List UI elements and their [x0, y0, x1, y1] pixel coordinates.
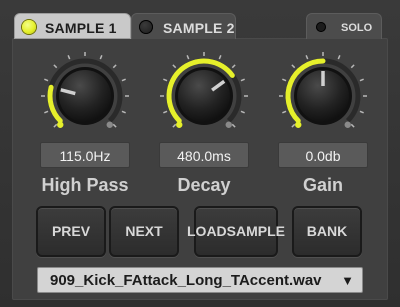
- decay-value[interactable]: 480.0ms: [159, 142, 249, 168]
- next-button[interactable]: NEXT: [109, 206, 179, 257]
- knob-min-dot: [176, 121, 183, 128]
- knob-tick: [337, 55, 341, 60]
- bank-button[interactable]: BANK: [292, 206, 362, 257]
- knob-tick: [350, 123, 355, 128]
- tab-sample-1[interactable]: SAMPLE 1: [14, 13, 131, 39]
- gain-label: Gain: [302, 175, 343, 195]
- gain-knob[interactable]: [273, 50, 373, 150]
- knob-tick: [67, 55, 71, 60]
- tab-sample-1-label: SAMPLE 1: [45, 20, 117, 36]
- knob-tick: [231, 64, 236, 69]
- knob-cap: [178, 70, 230, 122]
- knob-tick: [172, 123, 177, 128]
- high-pass-knob-graphic: [41, 52, 129, 128]
- high-pass-knob[interactable]: [35, 50, 135, 150]
- knob-tick: [291, 64, 296, 69]
- load-sample-label-line1: LOAD: [187, 223, 227, 239]
- knob-tick: [240, 78, 245, 82]
- knob-tick: [359, 110, 364, 114]
- knob-tick: [231, 123, 236, 128]
- solo-button[interactable]: SOLO: [306, 13, 382, 39]
- knob-tick: [305, 55, 309, 60]
- knob-tick: [172, 64, 177, 69]
- knob-tick: [282, 110, 287, 114]
- tab-sample-2[interactable]: SAMPLE 2: [131, 13, 236, 39]
- knob-tick: [53, 64, 58, 69]
- knob-tick: [44, 110, 49, 114]
- prev-button[interactable]: PREV: [36, 206, 106, 257]
- knob-tick: [240, 110, 245, 114]
- knob-max-dot: [344, 121, 351, 128]
- sample-2-led-icon: [139, 20, 153, 34]
- solo-led-icon: [316, 22, 326, 32]
- sample-1-led-icon: [22, 20, 36, 34]
- knob-tick: [99, 55, 103, 60]
- knob-tick: [44, 78, 49, 82]
- knob-tick: [121, 78, 126, 82]
- knob-tick: [112, 64, 117, 69]
- knob-tick: [121, 110, 126, 114]
- knob-tick: [112, 123, 117, 128]
- knob-tick: [282, 78, 287, 82]
- knob-tick: [291, 123, 296, 128]
- knob-tick: [186, 55, 190, 60]
- decay-knob-graphic: [160, 52, 248, 128]
- sampler-panel: SAMPLE 1 SAMPLE 2 SOLO 115.0Hz 480.0ms 0…: [0, 0, 400, 307]
- gain-knob-graphic: [279, 52, 367, 128]
- knob-min-dot: [57, 121, 64, 128]
- knob-tick: [53, 123, 58, 128]
- gain-value[interactable]: 0.0db: [278, 142, 368, 168]
- knob-tick: [163, 110, 168, 114]
- sample-file-select[interactable]: 909_Kick_FAttack_Long_TAccent.wav ▼: [37, 267, 363, 293]
- decay-knob[interactable]: [154, 50, 254, 150]
- decay-label: Decay: [177, 175, 231, 195]
- knob-tick: [163, 78, 168, 82]
- knob-max-dot: [106, 121, 113, 128]
- load-sample-label-line2: SAMPLE: [226, 223, 286, 239]
- triangle-down-icon: ▼: [341, 273, 354, 288]
- knob-max-dot: [225, 121, 232, 128]
- knob-tick: [359, 78, 364, 82]
- knob-cap: [59, 70, 111, 122]
- knob-min-dot: [295, 121, 302, 128]
- tab-sample-2-label: SAMPLE 2: [163, 20, 235, 36]
- knob-tick: [350, 64, 355, 69]
- sample-file-name: 909_Kick_FAttack_Long_TAccent.wav: [50, 272, 322, 289]
- high-pass-value[interactable]: 115.0Hz: [40, 142, 130, 168]
- load-sample-button[interactable]: LOAD SAMPLE: [187, 206, 285, 257]
- knob-tick: [218, 55, 222, 60]
- solo-label: SOLO: [341, 22, 373, 34]
- high-pass-label: High Pass: [41, 175, 129, 195]
